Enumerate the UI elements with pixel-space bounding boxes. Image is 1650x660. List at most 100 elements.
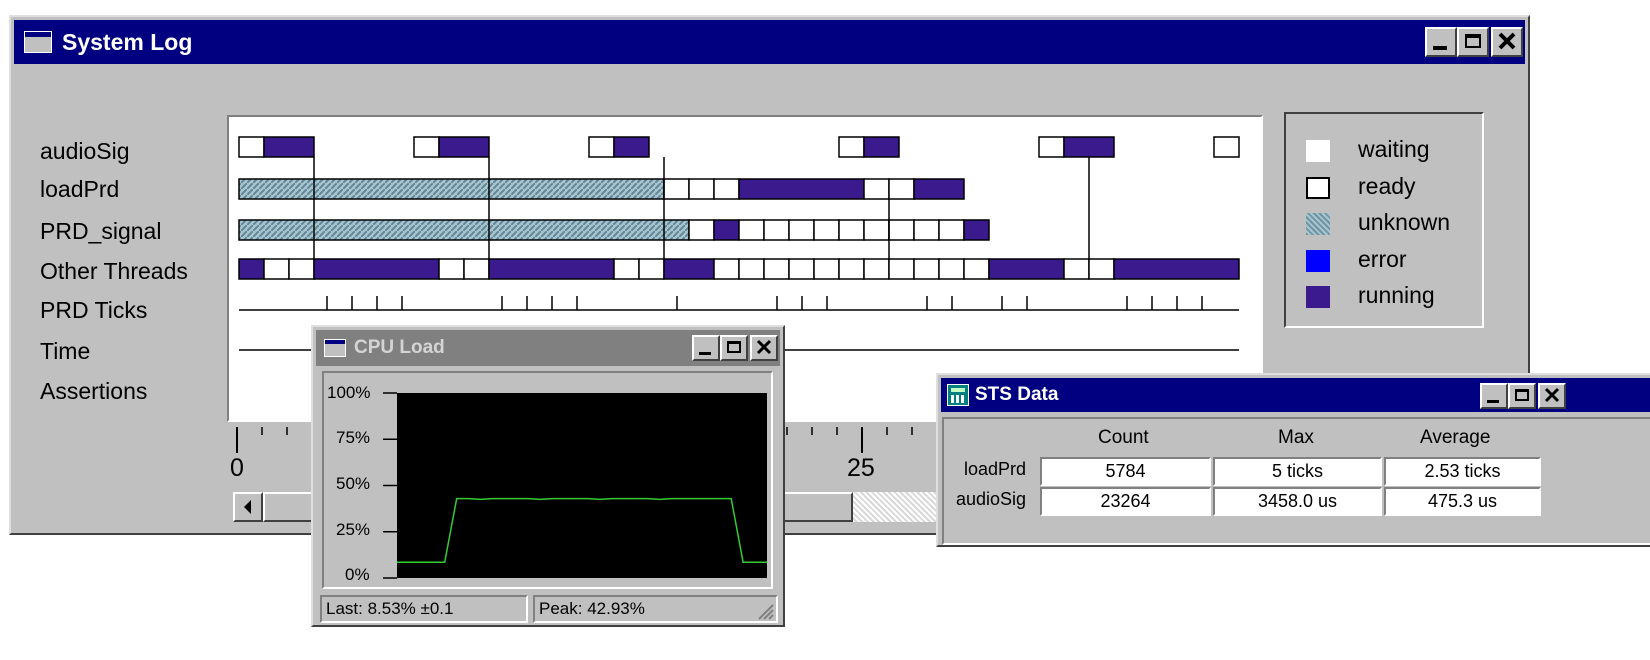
cpu-load-titlebar[interactable]: CPU Load xyxy=(316,330,780,366)
legend-label: error xyxy=(1358,246,1407,272)
segment-running xyxy=(1113,258,1240,280)
segment-running xyxy=(988,258,1065,280)
segment-ready xyxy=(763,219,790,241)
segment-ready xyxy=(688,219,715,241)
segment-ready xyxy=(238,136,265,158)
sts-data-titlebar[interactable]: STS Data xyxy=(941,378,1650,412)
segment-ready xyxy=(863,258,890,280)
segment-running xyxy=(488,258,615,280)
minimize-button[interactable] xyxy=(692,335,720,361)
segment-ready xyxy=(938,258,965,280)
maximize-button[interactable] xyxy=(1508,383,1536,409)
table-cell: 5784 xyxy=(1040,457,1211,486)
row-label: Assertions xyxy=(40,378,148,404)
arrow-left-icon xyxy=(244,500,251,514)
table-cell: 475.3 us xyxy=(1384,487,1541,516)
segment-ready xyxy=(813,258,840,280)
segment-ready xyxy=(438,258,465,280)
minimize-icon xyxy=(1433,46,1447,50)
row-label: audioSig xyxy=(40,138,130,164)
minimize-icon xyxy=(1487,400,1499,403)
segment-running xyxy=(713,219,740,241)
minimize-icon xyxy=(699,352,711,355)
y-tick-label: 50% xyxy=(336,474,371,493)
segment-running xyxy=(438,136,490,158)
minimize-button[interactable] xyxy=(1425,27,1457,57)
segment-unknown xyxy=(238,178,665,200)
y-tick-label: 75% xyxy=(336,428,371,447)
close-button[interactable] xyxy=(1538,383,1566,409)
cpu-load-window: CPU Load 100% 75% 50% 25% 0% Last: 8.53%… xyxy=(311,325,785,627)
segment-ready xyxy=(688,178,715,200)
status-peak: Peak: 42.93% xyxy=(539,599,645,618)
segment-ready xyxy=(913,258,940,280)
window-icon xyxy=(324,339,346,357)
table-cell: 23264 xyxy=(1040,487,1211,516)
segment-ready xyxy=(263,258,290,280)
segment-ready xyxy=(838,136,865,158)
segment-ready xyxy=(738,219,765,241)
segment-running xyxy=(263,136,315,158)
y-tick-label: 100% xyxy=(327,383,371,402)
maximize-button[interactable] xyxy=(720,335,748,361)
cpu-load-line xyxy=(397,497,767,564)
close-button[interactable] xyxy=(750,335,778,361)
scroll-left-button[interactable] xyxy=(233,492,263,522)
segment-ready xyxy=(738,258,765,280)
table-cell: 5 ticks xyxy=(1213,457,1382,486)
segment-ready xyxy=(838,219,865,241)
status-last-panel: Last: 8.53% ±0.1 xyxy=(320,595,528,623)
sts-data-title: STS Data xyxy=(975,384,1059,405)
sts-data-window: STS Data Count Max Average loadPrd 5784 … xyxy=(936,373,1650,547)
legend-swatch xyxy=(1306,140,1330,162)
maximize-icon xyxy=(1515,389,1529,401)
segment-running xyxy=(913,178,965,200)
legend-swatch xyxy=(1306,213,1330,235)
segment-ready xyxy=(788,258,815,280)
row-label: PRD_signal xyxy=(40,218,162,244)
column-header: Count xyxy=(1098,427,1149,448)
segment-ready xyxy=(913,219,940,241)
table-cell: 3458.0 us xyxy=(1213,487,1382,516)
segment-ready xyxy=(1063,258,1090,280)
maximize-icon xyxy=(727,341,741,353)
segment-ready xyxy=(713,258,740,280)
segment-unknown xyxy=(238,219,690,241)
time-axis-label-0: 0 xyxy=(230,454,244,482)
calculator-icon xyxy=(947,384,969,406)
maximize-icon xyxy=(1465,34,1481,48)
segment-ready xyxy=(1038,136,1065,158)
segment-ready xyxy=(963,258,990,280)
close-button[interactable] xyxy=(1491,27,1523,57)
segment-ready xyxy=(638,258,665,280)
legend-swatch xyxy=(1306,177,1330,199)
segment-ready xyxy=(863,178,890,200)
y-tick-label: 25% xyxy=(336,520,371,539)
segment-running xyxy=(663,258,715,280)
maximize-button[interactable] xyxy=(1457,27,1489,57)
time-axis-label-25: 25 xyxy=(847,454,875,482)
column-header: Average xyxy=(1420,427,1491,448)
segment-ready xyxy=(463,258,490,280)
segment-ready xyxy=(788,219,815,241)
segment-running xyxy=(738,178,865,200)
segment-ready xyxy=(838,258,865,280)
close-icon xyxy=(756,339,772,355)
cpu-load-chart xyxy=(397,497,767,564)
resize-grip-icon[interactable] xyxy=(755,601,775,621)
row-label: Other Threads xyxy=(40,258,188,284)
cpu-load-title: CPU Load xyxy=(354,337,445,358)
cpu-y-ticks xyxy=(383,392,397,579)
y-tick-label: 0% xyxy=(345,565,370,584)
close-icon xyxy=(1544,387,1560,403)
segment-ready xyxy=(813,219,840,241)
segment-ready xyxy=(288,258,315,280)
segment-ready xyxy=(938,219,965,241)
system-log-titlebar[interactable]: System Log xyxy=(14,20,1525,64)
segment-ready xyxy=(413,136,440,158)
legend-swatch xyxy=(1306,286,1330,308)
minimize-button[interactable] xyxy=(1480,383,1508,409)
legend-swatch xyxy=(1306,250,1330,272)
table-cell: 2.53 ticks xyxy=(1384,457,1541,486)
column-header: Max xyxy=(1278,427,1314,448)
